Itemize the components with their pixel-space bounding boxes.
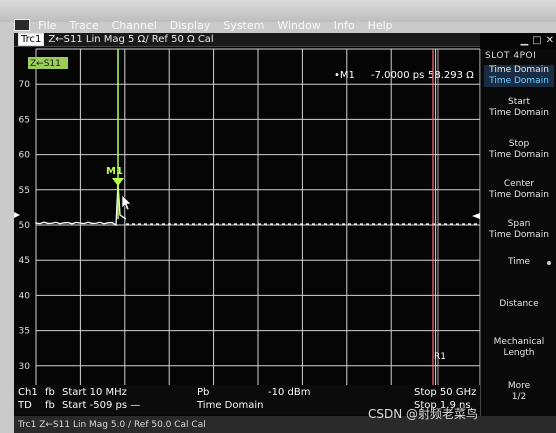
menu-channel[interactable]: Channel bbox=[112, 19, 157, 32]
reference-label: R1 bbox=[434, 352, 446, 362]
softkey-sublabel: 1/2 bbox=[511, 392, 527, 402]
softkey-span[interactable]: Span Time Domain bbox=[484, 219, 554, 241]
plot-area[interactable]: 70 65 60 55 50 45 40 35 30 Z←S11 •M1 -7.0000 ps … bbox=[14, 47, 480, 403]
trace-plot[interactable]: 706560555045403530 Z←S11 •M1 -7.0000 ps … bbox=[14, 47, 480, 403]
softkey-mechanical[interactable]: Mechanical Length bbox=[484, 337, 554, 359]
softkey-center[interactable]: Center Time Domain bbox=[484, 179, 554, 201]
menu-display[interactable]: Display bbox=[170, 19, 211, 32]
softkey-label: Mechanical bbox=[493, 337, 545, 347]
maximize-icon[interactable]: □ bbox=[532, 35, 541, 49]
marker-triangle-icon[interactable] bbox=[112, 178, 124, 186]
trace-setting-label[interactable]: Z←S11 Lin Mag 5 Ω/ Ref 50 Ω Cal bbox=[48, 34, 213, 45]
app-icon[interactable] bbox=[14, 19, 30, 31]
softkey-sublabel: Time Domain bbox=[489, 76, 549, 86]
radio-selected-icon bbox=[547, 261, 551, 265]
ch-badge[interactable]: Ch1 bbox=[18, 387, 38, 398]
y-tick-label: 30 bbox=[19, 362, 31, 372]
menu-info[interactable]: Info bbox=[334, 19, 355, 32]
softkey-start[interactable]: Start Time Domain bbox=[484, 97, 554, 119]
menu-help[interactable]: Help bbox=[368, 19, 393, 32]
menu-system[interactable]: System bbox=[223, 19, 264, 32]
marker-readout-x: -7.0000 ps bbox=[371, 70, 424, 81]
row1-prefix: fb bbox=[45, 387, 55, 398]
softkey-time[interactable]: Time bbox=[484, 257, 554, 268]
trace-channel-label[interactable]: Trc1 bbox=[18, 33, 45, 46]
plot-grid bbox=[35, 48, 480, 402]
start-frequency[interactable]: Start 10 MHz bbox=[62, 387, 127, 398]
minimize-icon[interactable]: ▁ bbox=[520, 35, 528, 49]
start-time[interactable]: Start -509 ps — bbox=[62, 400, 140, 411]
softkey-label: More bbox=[507, 381, 531, 391]
trace-label: Z←S11 bbox=[30, 59, 61, 69]
analyzer-screen: Trc1 Z←S11 Lin Mag 5 Ω/ Ref 50 Ω Cal ▁ □… bbox=[14, 33, 556, 433]
y-tick-label: 50 bbox=[19, 221, 31, 231]
y-tick-label: 65 bbox=[19, 115, 30, 125]
ref-arrow-right-icon bbox=[472, 213, 480, 219]
softkey-label: Time bbox=[507, 257, 531, 267]
softkey-panel: SLOT 4POI Time Domain Time Domain Start Tim… bbox=[480, 49, 556, 433]
softkey-menu-title: SLOT 4POI bbox=[485, 51, 537, 61]
softkey-distance[interactable]: Distance bbox=[484, 299, 554, 310]
status-text: Trc1 Z←S11 Lin Mag 5.0 / Ref 50.0 Cal Ca… bbox=[18, 419, 206, 430]
softkey-sublabel: Length bbox=[503, 348, 535, 358]
marker-readout-y: 58.293 Ω bbox=[428, 70, 474, 81]
source-power[interactable]: -10 dBm bbox=[268, 387, 310, 398]
y-tick-label: 45 bbox=[19, 256, 30, 266]
y-tick-label: 35 bbox=[19, 327, 30, 337]
menu-bar: File Trace Channel Display System Window… bbox=[14, 16, 554, 34]
trace-info-row: Trc1 Z←S11 Lin Mag 5 Ω/ Ref 50 Ω Cal bbox=[14, 33, 480, 47]
softkey-label: Stop bbox=[508, 139, 530, 149]
y-tick-label: 70 bbox=[19, 80, 31, 90]
window-controls: ▁ □ ✕ bbox=[504, 35, 554, 49]
menu-file[interactable]: File bbox=[38, 19, 56, 32]
softkey-time-domain[interactable]: Time Domain Time Domain bbox=[484, 65, 554, 87]
menu-window[interactable]: Window bbox=[277, 19, 320, 32]
close-icon[interactable]: ✕ bbox=[546, 35, 554, 49]
stop-frequency[interactable]: Stop 50 GHz bbox=[414, 387, 476, 398]
softkey-sublabel: Time Domain bbox=[489, 230, 549, 240]
softkey-label: Span bbox=[507, 219, 531, 229]
softkey-label: Start bbox=[508, 97, 530, 107]
menu-trace[interactable]: Trace bbox=[69, 19, 98, 32]
ref-arrow-left-icon bbox=[14, 212, 20, 218]
y-tick-label: 55 bbox=[19, 186, 30, 196]
mouse-cursor-icon bbox=[121, 194, 132, 211]
softkey-label: Distance bbox=[499, 299, 539, 309]
watermark: CSDN @射频老菜鸟 bbox=[368, 407, 479, 421]
y-tick-label: 60 bbox=[19, 151, 31, 161]
td-badge[interactable]: TD bbox=[18, 400, 32, 411]
softkey-sublabel: Time Domain bbox=[489, 190, 549, 200]
marker-readout-name: •M1 bbox=[334, 70, 355, 81]
softkey-stop[interactable]: Stop Time Domain bbox=[484, 139, 554, 161]
softkey-label: Time Domain bbox=[489, 65, 549, 75]
softkey-label: Center bbox=[503, 179, 535, 189]
time-domain-mode: Time Domain bbox=[197, 400, 264, 411]
softkey-sublabel: Time Domain bbox=[489, 150, 549, 160]
softkey-sublabel: Time Domain bbox=[489, 108, 549, 118]
row2-prefix: fb bbox=[45, 400, 55, 411]
pb-label: Pb bbox=[197, 387, 210, 398]
y-tick-label: 40 bbox=[19, 291, 31, 301]
marker-label: M1 bbox=[106, 166, 123, 177]
softkey-more[interactable]: More 1/2 bbox=[484, 381, 554, 403]
